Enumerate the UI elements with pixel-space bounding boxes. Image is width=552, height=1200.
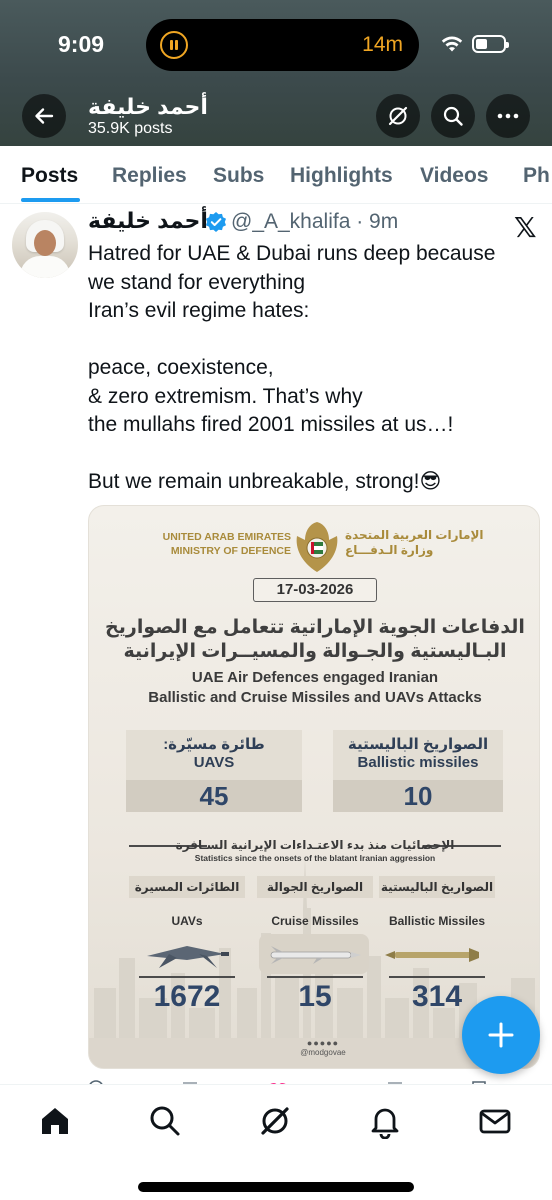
search-button[interactable] xyxy=(431,94,475,138)
tweet-text: Hatred for UAE & Dubai runs deep because… xyxy=(88,242,496,493)
uae-emblem-icon xyxy=(296,522,338,572)
active-tab-indicator xyxy=(21,198,80,202)
status-time: 9:09 xyxy=(58,31,105,57)
headline-en: UAE Air Defences engaged Iranian Ballist… xyxy=(148,669,482,706)
cruise-missile-icon xyxy=(270,946,361,964)
plus-icon xyxy=(488,1022,514,1048)
tab-photos[interactable]: Ph xyxy=(523,164,550,188)
today-uavs-stat: طائرة مسيّرة: UAVS 45 xyxy=(126,730,302,812)
grok-icon xyxy=(388,106,408,126)
battery-icon xyxy=(472,35,509,53)
profile-header: 9:09 14m أحمد خليفة 35.9K posts xyxy=(0,0,552,146)
tab-videos[interactable]: Videos xyxy=(420,164,488,188)
grok-button[interactable] xyxy=(376,94,420,138)
tab-subs[interactable]: Subs xyxy=(213,164,264,188)
today-ballistic-value: 10 xyxy=(333,780,503,812)
profile-tabs: Posts Replies Subs Highlights Videos Ph xyxy=(0,146,552,204)
tab-posts[interactable]: Posts xyxy=(21,164,78,188)
ministry-name-ar: الإمارات العربية المتحدة وزارة الـدفـــا… xyxy=(345,528,484,557)
pause-icon[interactable] xyxy=(160,31,188,59)
grok-icon[interactable] xyxy=(257,1103,293,1139)
dynamic-island[interactable]: 14m xyxy=(146,19,419,71)
infographic-date: 17-03-2026 xyxy=(253,578,377,602)
tab-highlights[interactable]: Highlights xyxy=(290,164,393,188)
status-bar: 9:09 14m xyxy=(0,0,552,90)
tweet-header: أحمد خليفة @_A_khalifa · 9m xyxy=(88,208,488,238)
stats-heading-ar: الإحصائيات منذ بدء الاعتـداءات الإيرانية… xyxy=(175,838,455,852)
total-cruise-value: 15 xyxy=(298,980,332,1013)
ballistic-missile-icon xyxy=(385,948,479,962)
verified-badge-icon xyxy=(206,212,226,232)
social-handle: ●●●●● @modgovae xyxy=(300,1038,346,1057)
ministry-name-en: UNITED ARAB EMIRATES MINISTRY OF DEFENCE xyxy=(162,531,291,557)
author-handle[interactable]: @_A_khalifa · 9m xyxy=(231,210,398,234)
headline-ar: الدفاعات الجوية الإماراتية تتعامل مع الص… xyxy=(105,617,525,662)
total-uavs-column: الطائرات المسيرة UAVs 1672 xyxy=(129,876,245,1026)
home-icon[interactable] xyxy=(37,1103,73,1139)
tweet-image[interactable]: UNITED ARAB EMIRATES MINISTRY OF DEFENCE… xyxy=(88,505,540,1069)
total-uavs-value: 1672 xyxy=(153,980,221,1013)
stats-heading-en: Statistics since the onsets of the blata… xyxy=(194,853,436,863)
search-icon[interactable] xyxy=(147,1103,183,1139)
drone-icon xyxy=(147,946,229,968)
messages-icon[interactable] xyxy=(477,1103,513,1139)
author-name[interactable]: أحمد خليفة xyxy=(88,208,208,234)
more-button[interactable] xyxy=(486,94,530,138)
more-icon xyxy=(497,113,519,119)
total-cruise-column: الصواريخ الجوالة Cruise Missiles 15 xyxy=(257,876,373,1026)
tab-replies[interactable]: Replies xyxy=(112,164,187,188)
back-button[interactable] xyxy=(22,94,66,138)
posts-count: 35.9K posts xyxy=(88,120,173,137)
back-arrow-icon xyxy=(35,108,54,124)
today-ballistic-stat: الصواريخ الباليستية Ballistic missiles 1… xyxy=(333,730,503,812)
avatar[interactable] xyxy=(12,212,78,278)
today-uavs-value: 45 xyxy=(126,780,302,812)
wifi-icon xyxy=(441,36,463,52)
home-indicator xyxy=(138,1182,414,1192)
compose-post-button[interactable] xyxy=(462,996,540,1074)
notifications-icon[interactable] xyxy=(367,1103,403,1139)
live-activity-timer: 14m xyxy=(362,33,403,56)
search-icon xyxy=(443,106,463,126)
profile-name: أحمد خليفة xyxy=(88,94,208,119)
